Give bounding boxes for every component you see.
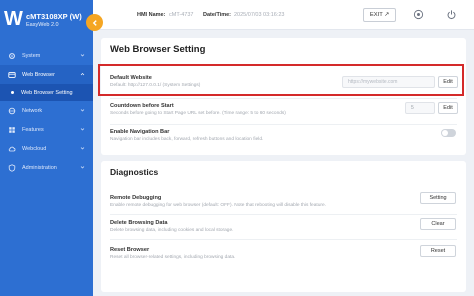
info-icon[interactable] — [413, 9, 424, 20]
sidebar-item-label: Webcloud — [22, 145, 47, 152]
software-edition: EasyWeb 2.0 — [26, 22, 59, 28]
navigation-bar-title: Enable Navigation Bar — [110, 129, 170, 135]
navigation-bar-desc: Navigation bar includes back, forward, r… — [110, 137, 264, 142]
sidebar-collapse-button[interactable] — [86, 14, 103, 31]
remote-debugging-desc: Enable remote debugging for web browser … — [110, 203, 326, 208]
sidebar-subitem-web-browser-setting[interactable]: Web Browser Setting — [0, 84, 93, 101]
sidebar-item-web-browser[interactable]: Web Browser — [0, 65, 93, 84]
sidebar-item-label: Web Browser — [22, 71, 55, 78]
page-title: Web Browser Setting — [110, 44, 206, 55]
brand: W cMT3108XP (W) EasyWeb 2.0 — [0, 0, 93, 36]
chevron-down-icon — [80, 128, 85, 131]
remote-debugging-title: Remote Debugging — [110, 195, 162, 201]
active-dot-icon — [11, 91, 14, 94]
diagnostics-card: Diagnostics Remote Debugging Enable remo… — [101, 161, 466, 292]
sidebar-item-network[interactable]: Network — [0, 101, 93, 120]
countdown-edit-button[interactable]: Edit — [438, 102, 458, 114]
chevron-up-icon — [80, 73, 85, 76]
delete-browsing-data-desc: Delete browsing data, including cookies … — [110, 228, 234, 233]
sidebar-item-label: Administration — [22, 164, 57, 171]
default-website-title: Default Website — [110, 75, 152, 81]
hmi-name-label: HMI Name: — [137, 12, 166, 18]
chevron-down-icon — [80, 166, 85, 169]
app-window: W cMT3108XP (W) EasyWeb 2.0 System Web B… — [0, 0, 474, 296]
exit-button[interactable]: EXIT ↗ — [363, 8, 396, 22]
sidebar-nav: System Web Browser Web Browser Setting N… — [0, 46, 93, 177]
sidebar-item-system[interactable]: System — [0, 46, 93, 65]
countdown-title: Countdown before Start — [110, 103, 174, 109]
sidebar-subitem-label: Web Browser Setting — [21, 89, 73, 96]
device-model: cMT3108XP (W) — [26, 12, 82, 21]
sidebar-item-label: System — [22, 52, 41, 59]
countdown-desc: Seconds before going to Start Page URL s… — [110, 111, 286, 116]
top-bar: HMI Name: cMT-4737 Date/Time: 2025/07/03… — [93, 0, 474, 30]
delete-browsing-data-title: Delete Browsing Data — [110, 220, 168, 226]
globe-icon — [8, 71, 16, 79]
navigation-bar-toggle[interactable] — [441, 129, 456, 137]
toggle-knob — [442, 130, 448, 136]
chevron-down-icon — [80, 54, 85, 57]
reset-browser-button[interactable]: Reset — [420, 245, 456, 257]
sidebar-item-webcloud[interactable]: Webcloud — [0, 139, 93, 158]
cloud-icon — [8, 145, 16, 153]
divider — [110, 124, 457, 125]
default-website-field[interactable]: https://mywebsite.com — [342, 76, 435, 88]
reset-browser-title: Reset Browser — [110, 247, 150, 253]
chevron-down-icon — [80, 109, 85, 112]
weintek-logo: W — [4, 8, 23, 30]
sidebar-item-label: Features — [22, 126, 44, 133]
reset-browser-desc: Reset all browser-related settings, incl… — [110, 255, 236, 260]
main-content: Web Browser Setting Default Website Defa… — [93, 30, 474, 296]
divider — [110, 239, 457, 240]
diagnostics-title: Diagnostics — [110, 167, 159, 177]
divider — [110, 214, 457, 215]
chevron-left-icon — [92, 19, 97, 26]
divider — [110, 98, 457, 99]
gear-icon — [8, 52, 16, 60]
sidebar: W cMT3108XP (W) EasyWeb 2.0 System Web B… — [0, 0, 93, 296]
remote-debugging-setting-button[interactable]: Setting — [420, 192, 456, 204]
features-icon — [8, 126, 16, 134]
countdown-field[interactable]: 5 — [405, 102, 435, 114]
hmi-name-value: cMT-4737 — [169, 12, 194, 18]
datetime-value: 2025/07/03 03:16:23 — [234, 12, 285, 18]
datetime-label: Date/Time: — [203, 12, 232, 18]
sidebar-item-administration[interactable]: Administration — [0, 158, 93, 177]
network-icon — [8, 107, 16, 115]
default-website-edit-button[interactable]: Edit — [438, 76, 458, 88]
clear-browsing-data-button[interactable]: Clear — [420, 218, 456, 230]
sidebar-item-label: Network — [22, 107, 43, 114]
sidebar-item-features[interactable]: Features — [0, 120, 93, 139]
web-browser-setting-card: Web Browser Setting Default Website Defa… — [101, 38, 466, 155]
default-website-desc: Default: http://127.0.0.1/ (System Setti… — [110, 83, 201, 88]
shield-icon — [8, 163, 16, 172]
chevron-down-icon — [80, 147, 85, 150]
power-icon[interactable] — [446, 9, 457, 20]
